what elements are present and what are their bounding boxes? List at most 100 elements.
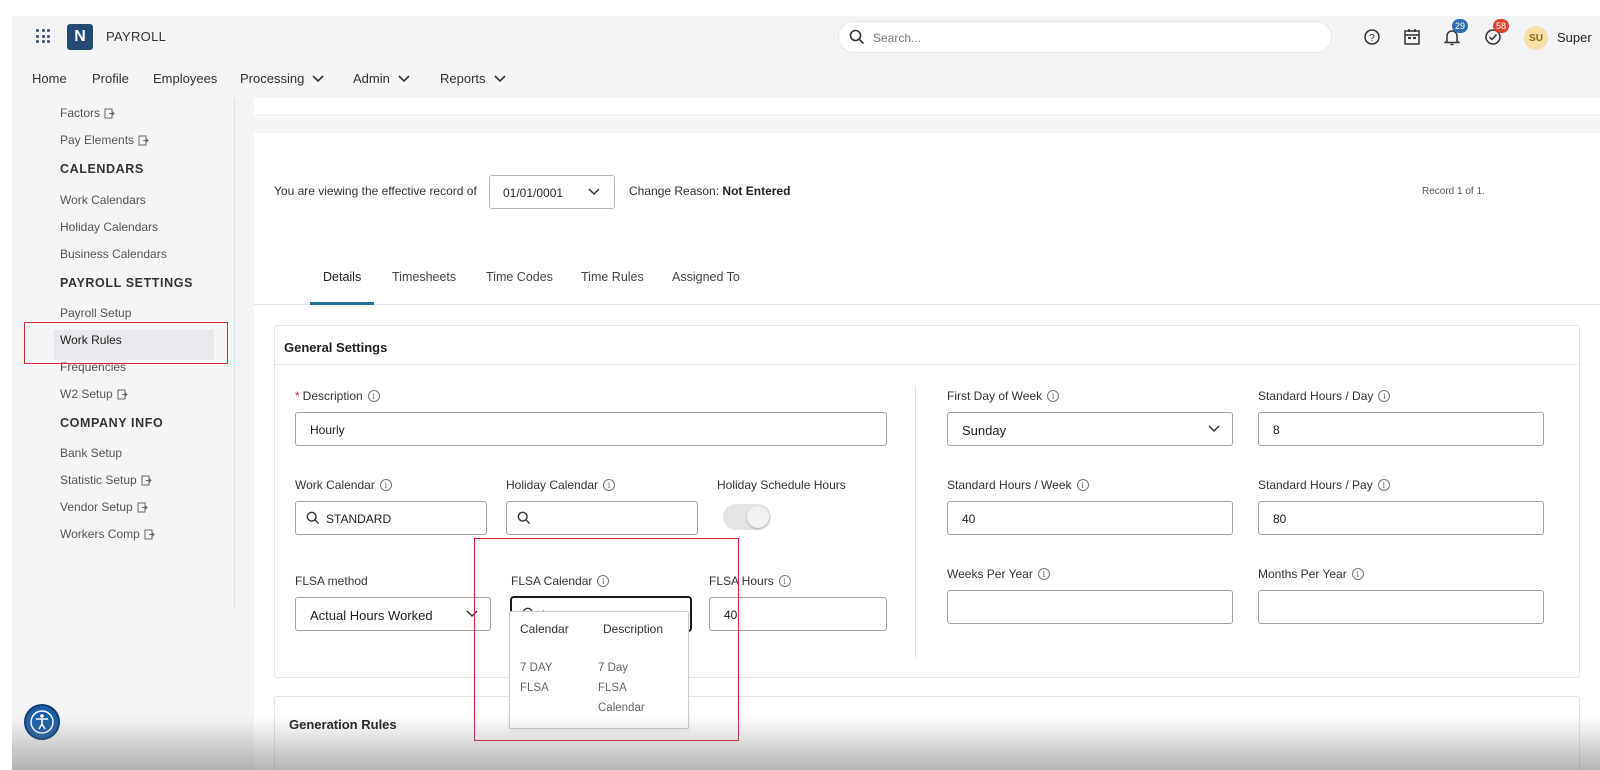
chevron-down-icon <box>493 74 506 82</box>
column-divider <box>915 386 916 658</box>
sidebar-heading-calendars: CALENDARS <box>60 162 144 176</box>
calendar-icon[interactable] <box>1402 27 1422 47</box>
app-launcher-icon[interactable] <box>36 29 50 43</box>
months-per-year-label-text: Months Per Year <box>1258 567 1347 581</box>
external-link-icon <box>117 389 128 399</box>
work-calendar-value: STANDARD <box>326 512 392 526</box>
nav-processing[interactable]: Processing <box>240 71 324 86</box>
nav-home[interactable]: Home <box>32 71 67 86</box>
tab-time-codes[interactable]: Time Codes <box>486 270 553 284</box>
search-icon <box>517 511 531 525</box>
effective-date-select[interactable]: 01/01/0001 <box>489 175 615 209</box>
search-icon <box>849 29 865 45</box>
holiday-schedule-hours-toggle[interactable] <box>723 504 771 530</box>
sidebar-item-business-calendars[interactable]: Business Calendars <box>60 247 167 261</box>
standard-hours-pay-input[interactable]: 80 <box>1258 501 1544 535</box>
holiday-schedule-hours-label: Holiday Schedule Hours <box>717 478 846 492</box>
first-day-label-text: First Day of Week <box>947 389 1043 403</box>
sidebar-item-vendor-setup[interactable]: Vendor Setup <box>60 500 148 514</box>
weeks-per-year-input[interactable] <box>947 590 1233 624</box>
user-name[interactable]: Super <box>1557 30 1592 45</box>
generation-rules-title: Generation Rules <box>289 717 397 732</box>
sidebar-item-label: Business Calendars <box>60 247 167 261</box>
app-name: PAYROLL <box>106 29 167 44</box>
nav-processing-label: Processing <box>240 71 305 86</box>
nav-home-label: Home <box>32 71 67 86</box>
flsa-method-select[interactable]: Actual Hours Worked <box>295 597 491 631</box>
tasks-button[interactable]: 58 <box>1483 19 1509 47</box>
info-icon[interactable]: i <box>1047 390 1060 402</box>
info-icon[interactable]: i <box>1037 568 1050 580</box>
general-settings-title: General Settings <box>284 340 388 355</box>
active-tab-indicator <box>310 302 374 305</box>
change-reason-label: Change Reason: <box>629 184 720 198</box>
sidebar-item-bank-setup[interactable]: Bank Setup <box>60 446 122 460</box>
nav-admin[interactable]: Admin <box>353 71 410 86</box>
chevron-down-icon <box>398 74 410 82</box>
std-hours-week-value: 40 <box>962 512 976 526</box>
change-reason-value: Not Entered <box>722 184 791 198</box>
tab-timesheets[interactable]: Timesheets <box>392 270 456 284</box>
app-logo: N <box>67 24 93 50</box>
sidebar-item-factors[interactable]: Factors <box>60 106 115 120</box>
sidebar: Factors Pay Elements CALENDARS Work Cale… <box>12 98 234 770</box>
effective-date-value: 01/01/0001 <box>503 186 564 200</box>
info-icon[interactable]: i <box>778 575 791 587</box>
description-input[interactable]: Hourly <box>295 412 887 446</box>
std-hours-week-label-text: Standard Hours / Week <box>947 478 1072 492</box>
sidebar-item-label: Vendor Setup <box>60 500 133 514</box>
annotation-highlight-flsa-calendar <box>474 538 739 741</box>
sidebar-item-label: Statistic Setup <box>60 473 137 487</box>
flsa-method-label: FLSA method <box>295 574 368 588</box>
avatar[interactable]: SU <box>1524 26 1548 50</box>
global-search-input[interactable]: Search... <box>838 21 1332 53</box>
work-calendar-input[interactable]: STANDARD <box>295 501 487 535</box>
info-icon[interactable]: i <box>603 479 616 491</box>
search-icon <box>306 511 320 525</box>
accessibility-icon <box>30 710 54 734</box>
generation-rules-card: Generation Rules <box>274 696 1580 770</box>
sidebar-item-w2-setup[interactable]: W2 Setup <box>60 387 128 401</box>
info-icon[interactable]: i <box>379 479 392 491</box>
months-per-year-input[interactable] <box>1258 590 1544 624</box>
nav-admin-label: Admin <box>353 71 390 86</box>
nav-profile[interactable]: Profile <box>92 71 129 86</box>
info-icon[interactable]: i <box>1351 568 1364 580</box>
info-icon[interactable]: i <box>1378 390 1391 402</box>
main-nav: Home Profile Employees Processing Admin … <box>12 58 1600 98</box>
holiday-calendar-label: Holiday Calendar i <box>506 478 616 492</box>
standard-hours-pay-label: Standard Hours / Pay i <box>1258 478 1390 492</box>
external-link-icon <box>144 529 155 539</box>
work-calendar-label-text: Work Calendar <box>295 478 375 492</box>
nav-employees[interactable]: Employees <box>153 71 217 86</box>
nav-reports[interactable]: Reports <box>440 71 506 86</box>
sidebar-item-workers-comp[interactable]: Workers Comp <box>60 527 155 541</box>
tab-assigned-to[interactable]: Assigned To <box>672 270 740 284</box>
sidebar-divider <box>234 98 235 608</box>
tab-details[interactable]: Details <box>323 270 361 284</box>
first-day-of-week-select[interactable]: Sunday <box>947 412 1233 446</box>
notifications-button[interactable]: 29 <box>1442 19 1468 47</box>
sidebar-item-work-calendars[interactable]: Work Calendars <box>60 193 146 207</box>
header-strip <box>254 98 1600 116</box>
svg-text:?: ? <box>1369 33 1375 44</box>
std-hours-day-value: 8 <box>1273 423 1280 437</box>
holiday-calendar-input[interactable] <box>506 501 698 535</box>
sidebar-item-payroll-setup[interactable]: Payroll Setup <box>60 306 131 320</box>
external-link-icon <box>137 502 148 512</box>
sidebar-item-pay-elements[interactable]: Pay Elements <box>60 133 149 147</box>
sidebar-item-holiday-calendars[interactable]: Holiday Calendars <box>60 220 158 234</box>
sidebar-item-statistic-setup[interactable]: Statistic Setup <box>60 473 152 487</box>
sidebar-heading-payroll-settings: PAYROLL SETTINGS <box>60 276 194 290</box>
info-icon[interactable]: i <box>1076 479 1089 491</box>
info-icon[interactable]: i <box>1377 479 1390 491</box>
help-icon[interactable]: ? <box>1362 27 1382 47</box>
standard-hours-day-input[interactable]: 8 <box>1258 412 1544 446</box>
accessibility-button[interactable] <box>24 704 60 740</box>
info-icon[interactable]: i <box>367 390 380 402</box>
tab-time-rules[interactable]: Time Rules <box>581 270 644 284</box>
nav-reports-label: Reports <box>440 71 486 86</box>
nav-profile-label: Profile <box>92 71 129 86</box>
standard-hours-week-input[interactable]: 40 <box>947 501 1233 535</box>
sidebar-item-label: Factors <box>60 106 101 120</box>
